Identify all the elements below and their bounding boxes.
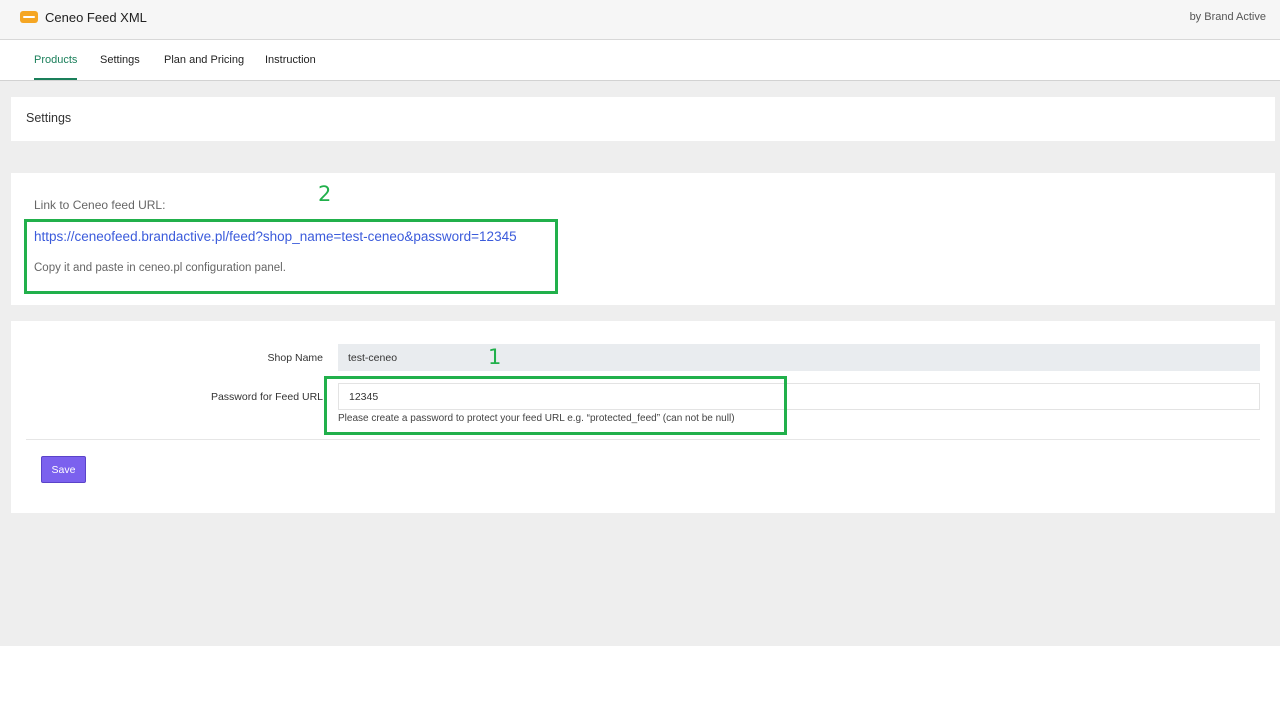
shop-name-label: Shop Name xyxy=(267,352,323,364)
settings-header-card: Settings xyxy=(11,97,1275,141)
page-title: Settings xyxy=(26,111,72,125)
highlight-box-feed-url xyxy=(24,219,558,294)
tab-bar: Products Settings Plan and Pricing Instr… xyxy=(0,40,1280,81)
annotation-marker-1: 1 xyxy=(488,345,502,369)
ceneo-logo-icon xyxy=(20,11,38,23)
form-divider xyxy=(26,439,1260,440)
feed-url-label: Link to Ceneo feed URL: xyxy=(34,198,166,212)
tab-instruction[interactable]: Instruction xyxy=(265,40,316,80)
shop-name-field[interactable] xyxy=(338,344,1260,371)
top-bar: Ceneo Feed XML by Brand Active xyxy=(0,0,1280,40)
password-label: Password for Feed URL xyxy=(210,391,323,403)
tab-plan-and-pricing[interactable]: Plan and Pricing xyxy=(164,40,244,80)
app-frame: Ceneo Feed XML by Brand Active Products … xyxy=(0,0,1280,646)
tab-products[interactable]: Products xyxy=(34,40,78,80)
annotation-marker-2: 2 xyxy=(318,182,332,206)
highlight-box-password xyxy=(324,376,787,435)
brand-credit: by Brand Active xyxy=(1189,11,1266,23)
save-button[interactable]: Save xyxy=(41,456,86,483)
app-title: Ceneo Feed XML xyxy=(45,10,147,25)
tab-settings[interactable]: Settings xyxy=(100,40,140,80)
